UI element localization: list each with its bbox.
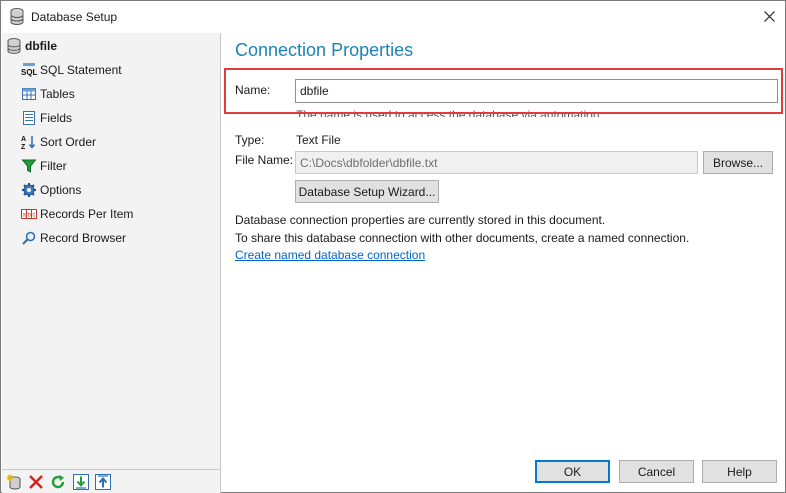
name-label: Name:: [235, 83, 271, 97]
svg-text:A: A: [21, 136, 26, 143]
svg-text:c: c: [33, 213, 36, 219]
tree-item-filter[interactable]: Filter: [21, 156, 67, 176]
create-named-connection-link[interactable]: Create named database connection: [235, 248, 425, 262]
database-icon: [10, 8, 24, 25]
delete-icon: [29, 475, 43, 489]
refresh-button[interactable]: [49, 473, 67, 491]
window-title: Database Setup: [31, 10, 118, 24]
title-bar: Database Setup: [1, 1, 785, 32]
sql-icon: SQL: [21, 63, 37, 77]
close-icon: [763, 11, 775, 22]
tree-item-label: SQL Statement: [40, 63, 122, 77]
tree-item-label: Filter: [40, 159, 67, 173]
close-button[interactable]: [753, 1, 785, 32]
tree-root-label: dbfile: [25, 39, 57, 53]
page-title: Connection Properties: [235, 40, 414, 60]
tree-item-dbfile[interactable]: dbfile: [6, 36, 57, 56]
info-text-line2: To share this database connection with o…: [235, 231, 690, 245]
add-database-icon: [6, 474, 21, 490]
table-icon: [22, 88, 36, 100]
tree-item-label: Fields: [40, 111, 73, 125]
info-text-line1: Database connection properties are curre…: [235, 213, 606, 227]
tree-item-label: Records Per Item: [40, 207, 134, 221]
fields-icon: [23, 111, 35, 125]
type-label: Type:: [235, 133, 265, 147]
cancel-button[interactable]: Cancel: [619, 460, 694, 483]
tree-item-options[interactable]: Options: [21, 180, 81, 200]
tree-item-record-browser[interactable]: Record Browser: [21, 228, 126, 248]
ok-button[interactable]: OK: [535, 460, 610, 483]
database-setup-window: Database Setup dbfile SQL SQL Statement: [0, 0, 786, 493]
move-down-icon: [73, 474, 89, 490]
type-value: Text File: [296, 133, 341, 147]
funnel-icon: [21, 159, 37, 173]
move-down-button[interactable]: [72, 473, 90, 491]
tree-item-sql-statement[interactable]: SQL SQL Statement: [21, 60, 122, 80]
tree-item-sort-order[interactable]: A Z Sort Order: [21, 132, 96, 152]
navigation-tree: dbfile SQL SQL Statement Tables Fields A…: [2, 33, 221, 469]
move-up-icon: [95, 474, 111, 490]
tree-item-label: Sort Order: [40, 135, 97, 149]
move-up-button[interactable]: [94, 473, 112, 491]
browse-button[interactable]: Browse...: [703, 151, 773, 174]
tree-item-label: Options: [40, 183, 82, 197]
tree-item-label: Record Browser: [40, 231, 127, 245]
add-database-button[interactable]: [5, 473, 23, 491]
help-button[interactable]: Help: [702, 460, 777, 483]
sort-az-icon: A Z: [21, 136, 36, 150]
file-name-label: File Name:: [235, 153, 294, 167]
records-icon: a b c: [21, 209, 37, 219]
delete-button[interactable]: [27, 473, 45, 491]
database-setup-wizard-button[interactable]: Database Setup Wizard...: [295, 180, 439, 203]
name-hint: The name is used to access the database …: [296, 108, 603, 117]
magnifier-icon: [22, 231, 36, 245]
name-field[interactable]: [295, 79, 778, 103]
tree-item-tables[interactable]: Tables: [21, 84, 75, 104]
tree-item-records-per-item[interactable]: a b c Records Per Item: [21, 204, 133, 224]
tree-item-fields[interactable]: Fields: [21, 108, 72, 128]
file-name-field[interactable]: [295, 151, 698, 174]
svg-text:Z: Z: [21, 144, 26, 150]
gear-icon: [22, 183, 36, 197]
tree-item-label: Tables: [40, 87, 75, 101]
database-icon: [7, 38, 21, 54]
svg-text:SQL: SQL: [21, 68, 37, 77]
refresh-icon: [51, 475, 65, 489]
tree-toolbar: [2, 469, 221, 493]
